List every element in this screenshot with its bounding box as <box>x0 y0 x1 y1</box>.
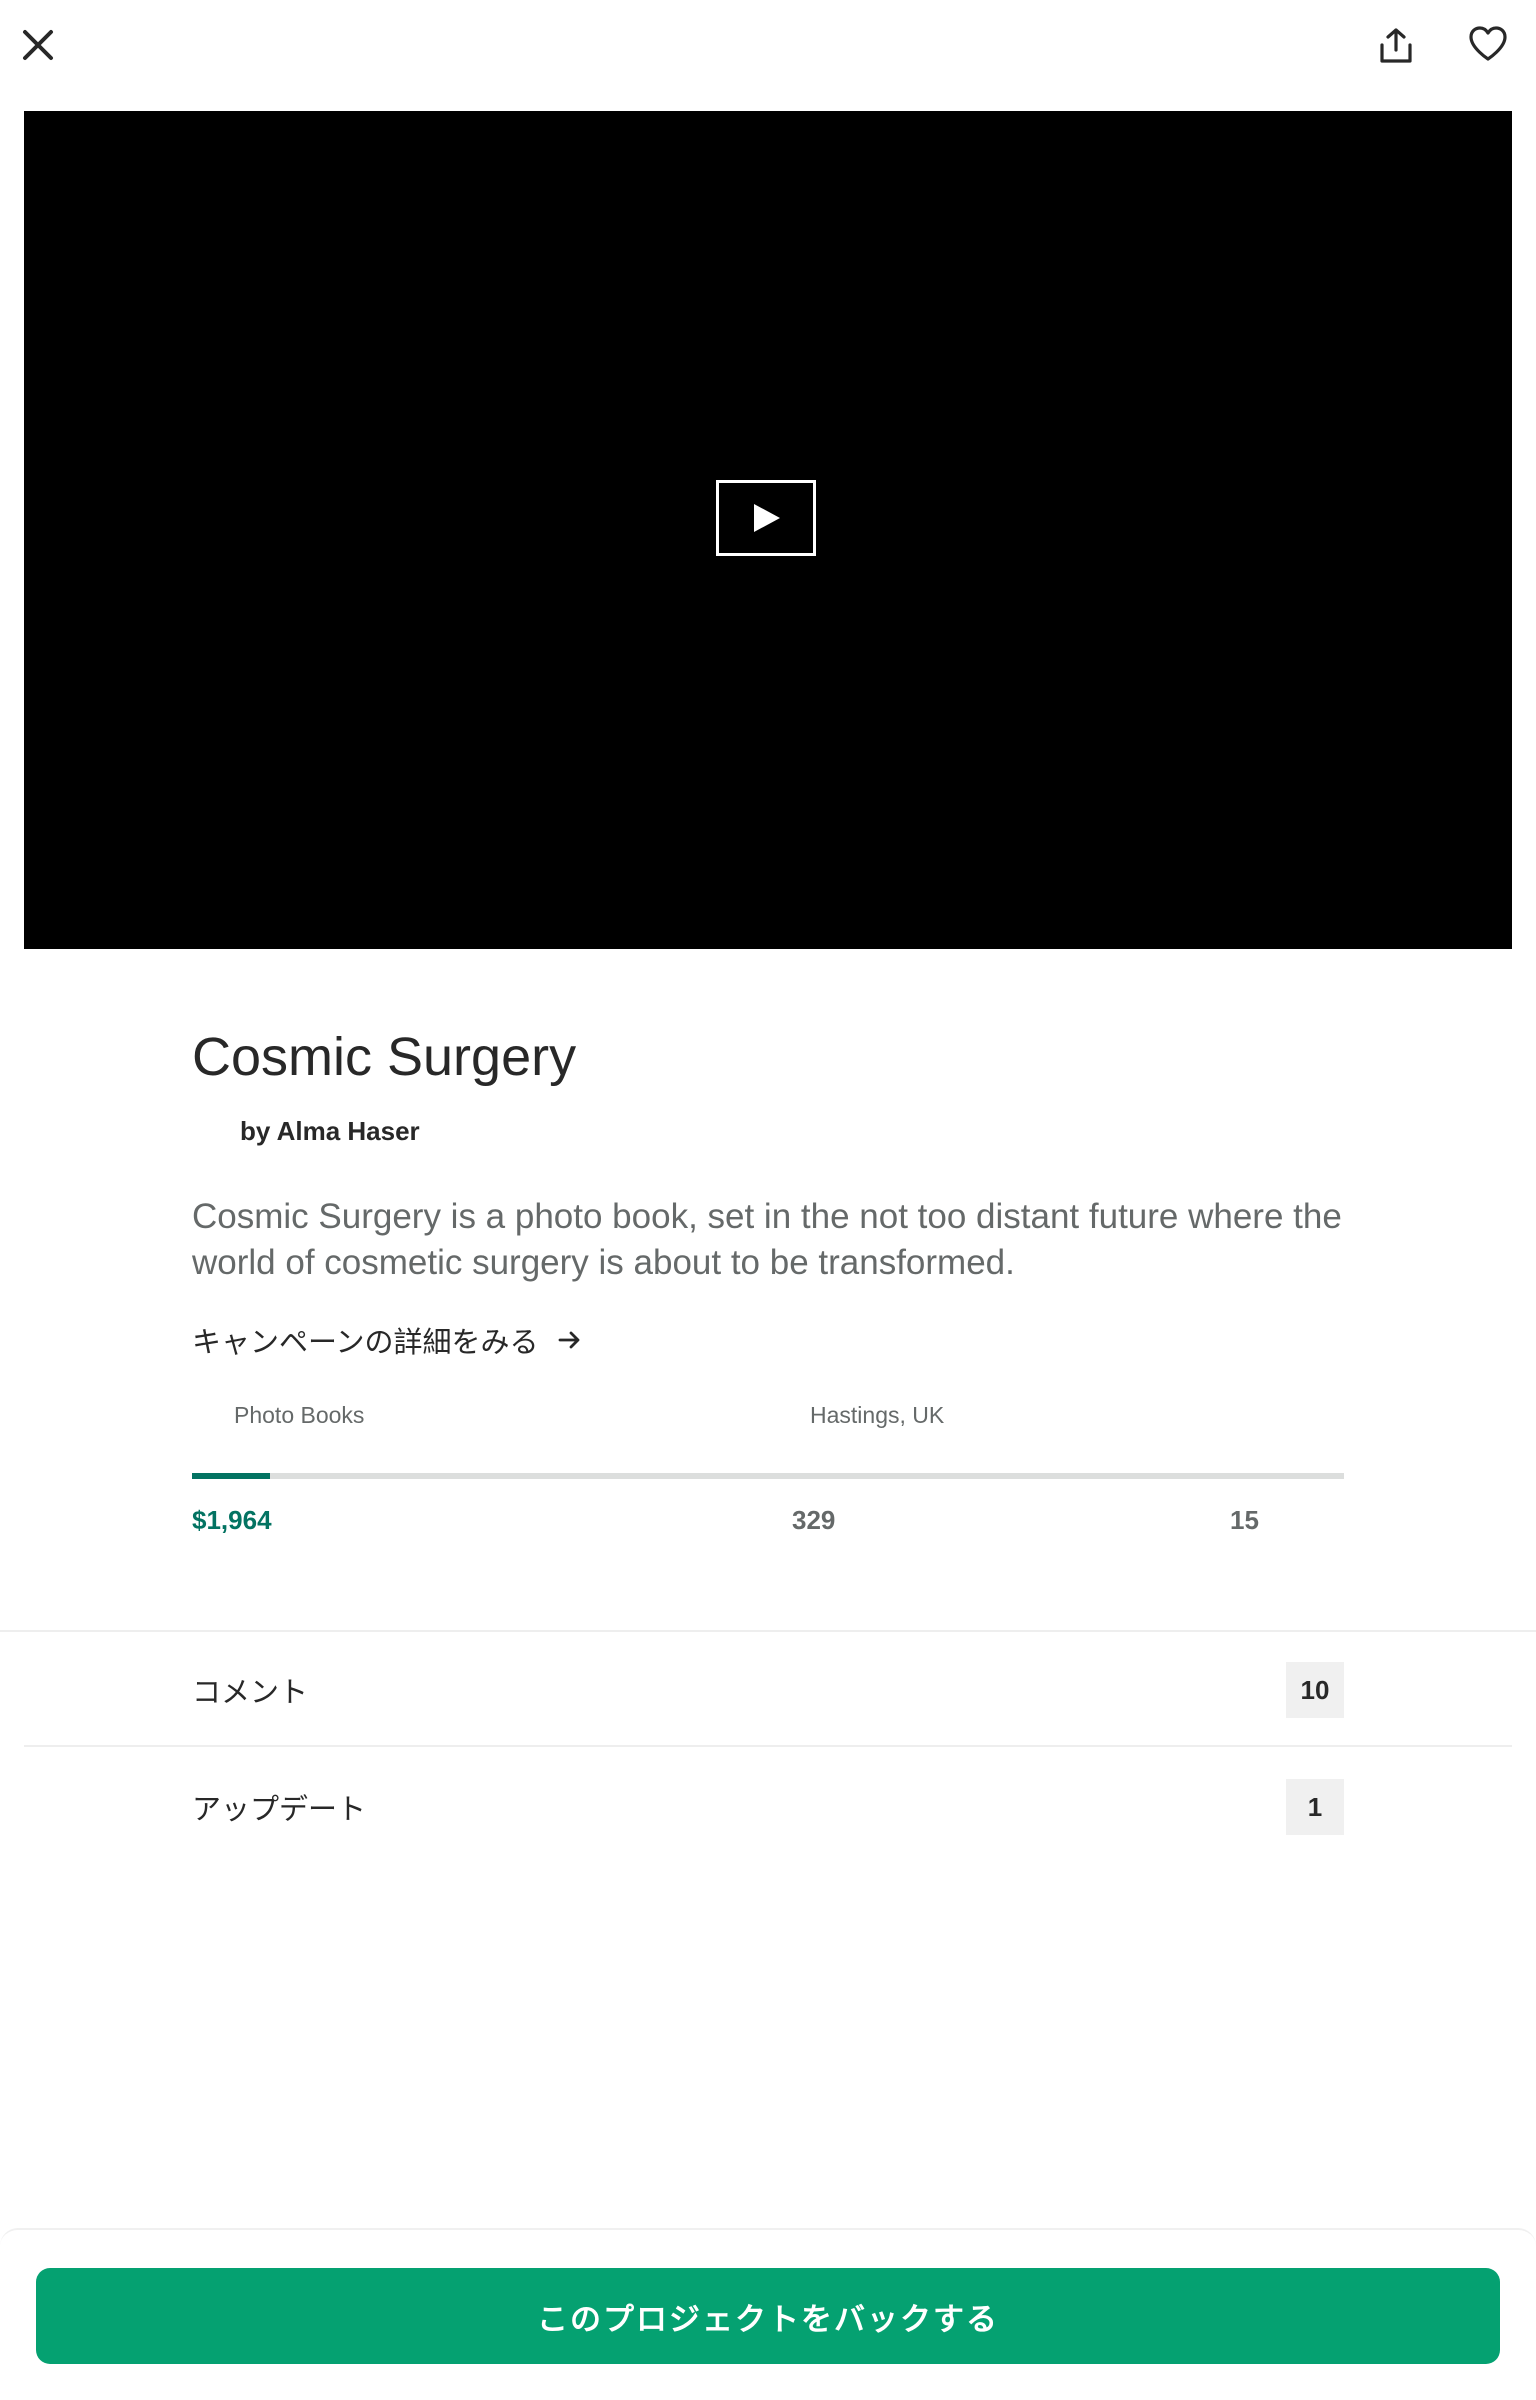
project-meta: Photo Books Hastings, UK <box>192 1400 1344 1440</box>
back-project-button[interactable]: このプロジェクトをバックする <box>36 2268 1500 2364</box>
row-divider <box>24 1745 1512 1747</box>
updates-label: アップデート <box>192 1794 367 1826</box>
close-icon <box>23 30 53 60</box>
pledged-amount: $1,964 <box>192 1505 272 1535</box>
project-blurb: Cosmic Surgery is a photo book, set in t… <box>192 1197 1342 1282</box>
creator-avatar[interactable] <box>192 1114 226 1148</box>
top-bar <box>0 0 1536 110</box>
days-left: 15 <box>1230 1505 1259 1535</box>
favorite-button[interactable] <box>1458 14 1518 74</box>
backers-count: 329 <box>792 1505 836 1535</box>
funding-progress-fill <box>192 1473 271 1479</box>
heart-icon <box>1469 26 1507 61</box>
arrow-right-icon <box>557 1327 583 1353</box>
comments-row[interactable]: コメント 10 <box>192 1660 1344 1720</box>
updates-row[interactable]: アップデート 1 <box>192 1777 1344 1837</box>
location-label: Hastings, UK <box>810 1401 945 1428</box>
close-button[interactable] <box>8 15 68 75</box>
campaign-details-link[interactable]: キャンペーンの詳細をみる <box>192 1318 583 1362</box>
comments-count-badge: 10 <box>1286 1662 1344 1718</box>
comments-label: コメント <box>192 1677 309 1709</box>
compass-icon <box>192 1400 222 1430</box>
play-icon <box>754 504 780 532</box>
category-tag[interactable]: Photo Books <box>192 1400 364 1430</box>
location-pin-icon <box>768 1400 798 1430</box>
bottom-action-bar: このプロジェクトをバックする <box>0 2228 1536 2400</box>
campaign-details-label: キャンペーンの詳細をみる <box>192 1327 539 1359</box>
share-icon <box>1380 28 1412 63</box>
creator-name[interactable]: by Alma Haser <box>240 1113 420 1149</box>
category-label: Photo Books <box>234 1401 365 1428</box>
project-title: Cosmic Surgery <box>192 1027 577 1087</box>
video-player[interactable] <box>24 111 1512 949</box>
funding-progress-bar <box>192 1473 1344 1479</box>
location-tag[interactable]: Hastings, UK <box>768 1400 944 1430</box>
section-divider <box>0 1630 1536 1632</box>
share-button[interactable] <box>1366 16 1426 76</box>
updates-count-badge: 1 <box>1286 1779 1344 1835</box>
play-button[interactable] <box>716 480 816 556</box>
